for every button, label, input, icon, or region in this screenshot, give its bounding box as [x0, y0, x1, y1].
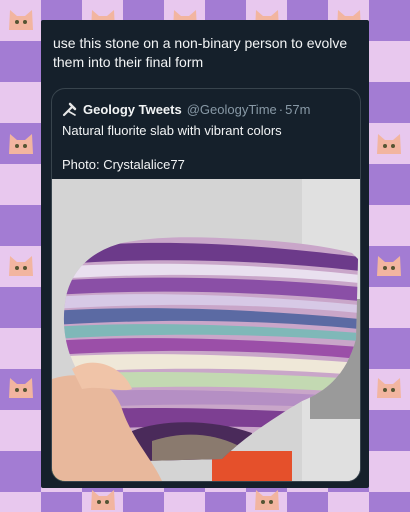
- cat-face-icon: [374, 252, 404, 278]
- fluorite-slab-photo[interactable]: [52, 179, 360, 481]
- cat-face-icon: [6, 130, 36, 156]
- cat-face-icon: [88, 486, 118, 512]
- cat-face-icon: [374, 374, 404, 400]
- account-handle[interactable]: @GeologyTime: [187, 102, 277, 117]
- post-time[interactable]: 57m: [285, 102, 310, 117]
- cat-face-icon: [6, 252, 36, 278]
- quoted-tweet[interactable]: Geology Tweets @GeologyTime · 57m Natura…: [51, 88, 361, 482]
- photo-credit: Photo: Crystalalice77: [62, 157, 185, 172]
- cat-face-icon: [6, 374, 36, 400]
- cat-face-icon: [6, 6, 36, 32]
- account-name[interactable]: Geology Tweets: [83, 102, 182, 117]
- quoted-tweet-header: Geology Tweets @GeologyTime · 57m: [62, 100, 310, 118]
- tweet-card[interactable]: use this stone on a non-binary person to…: [41, 20, 369, 488]
- cat-face-icon: [252, 486, 282, 512]
- separator-dot: ·: [278, 101, 284, 117]
- cat-face-icon: [374, 130, 404, 156]
- hammer-pick-icon: [62, 101, 78, 117]
- quoted-tweet-text: Natural fluorite slab with vibrant color…: [62, 123, 282, 138]
- tweet-text: use this stone on a non-binary person to…: [53, 35, 348, 70]
